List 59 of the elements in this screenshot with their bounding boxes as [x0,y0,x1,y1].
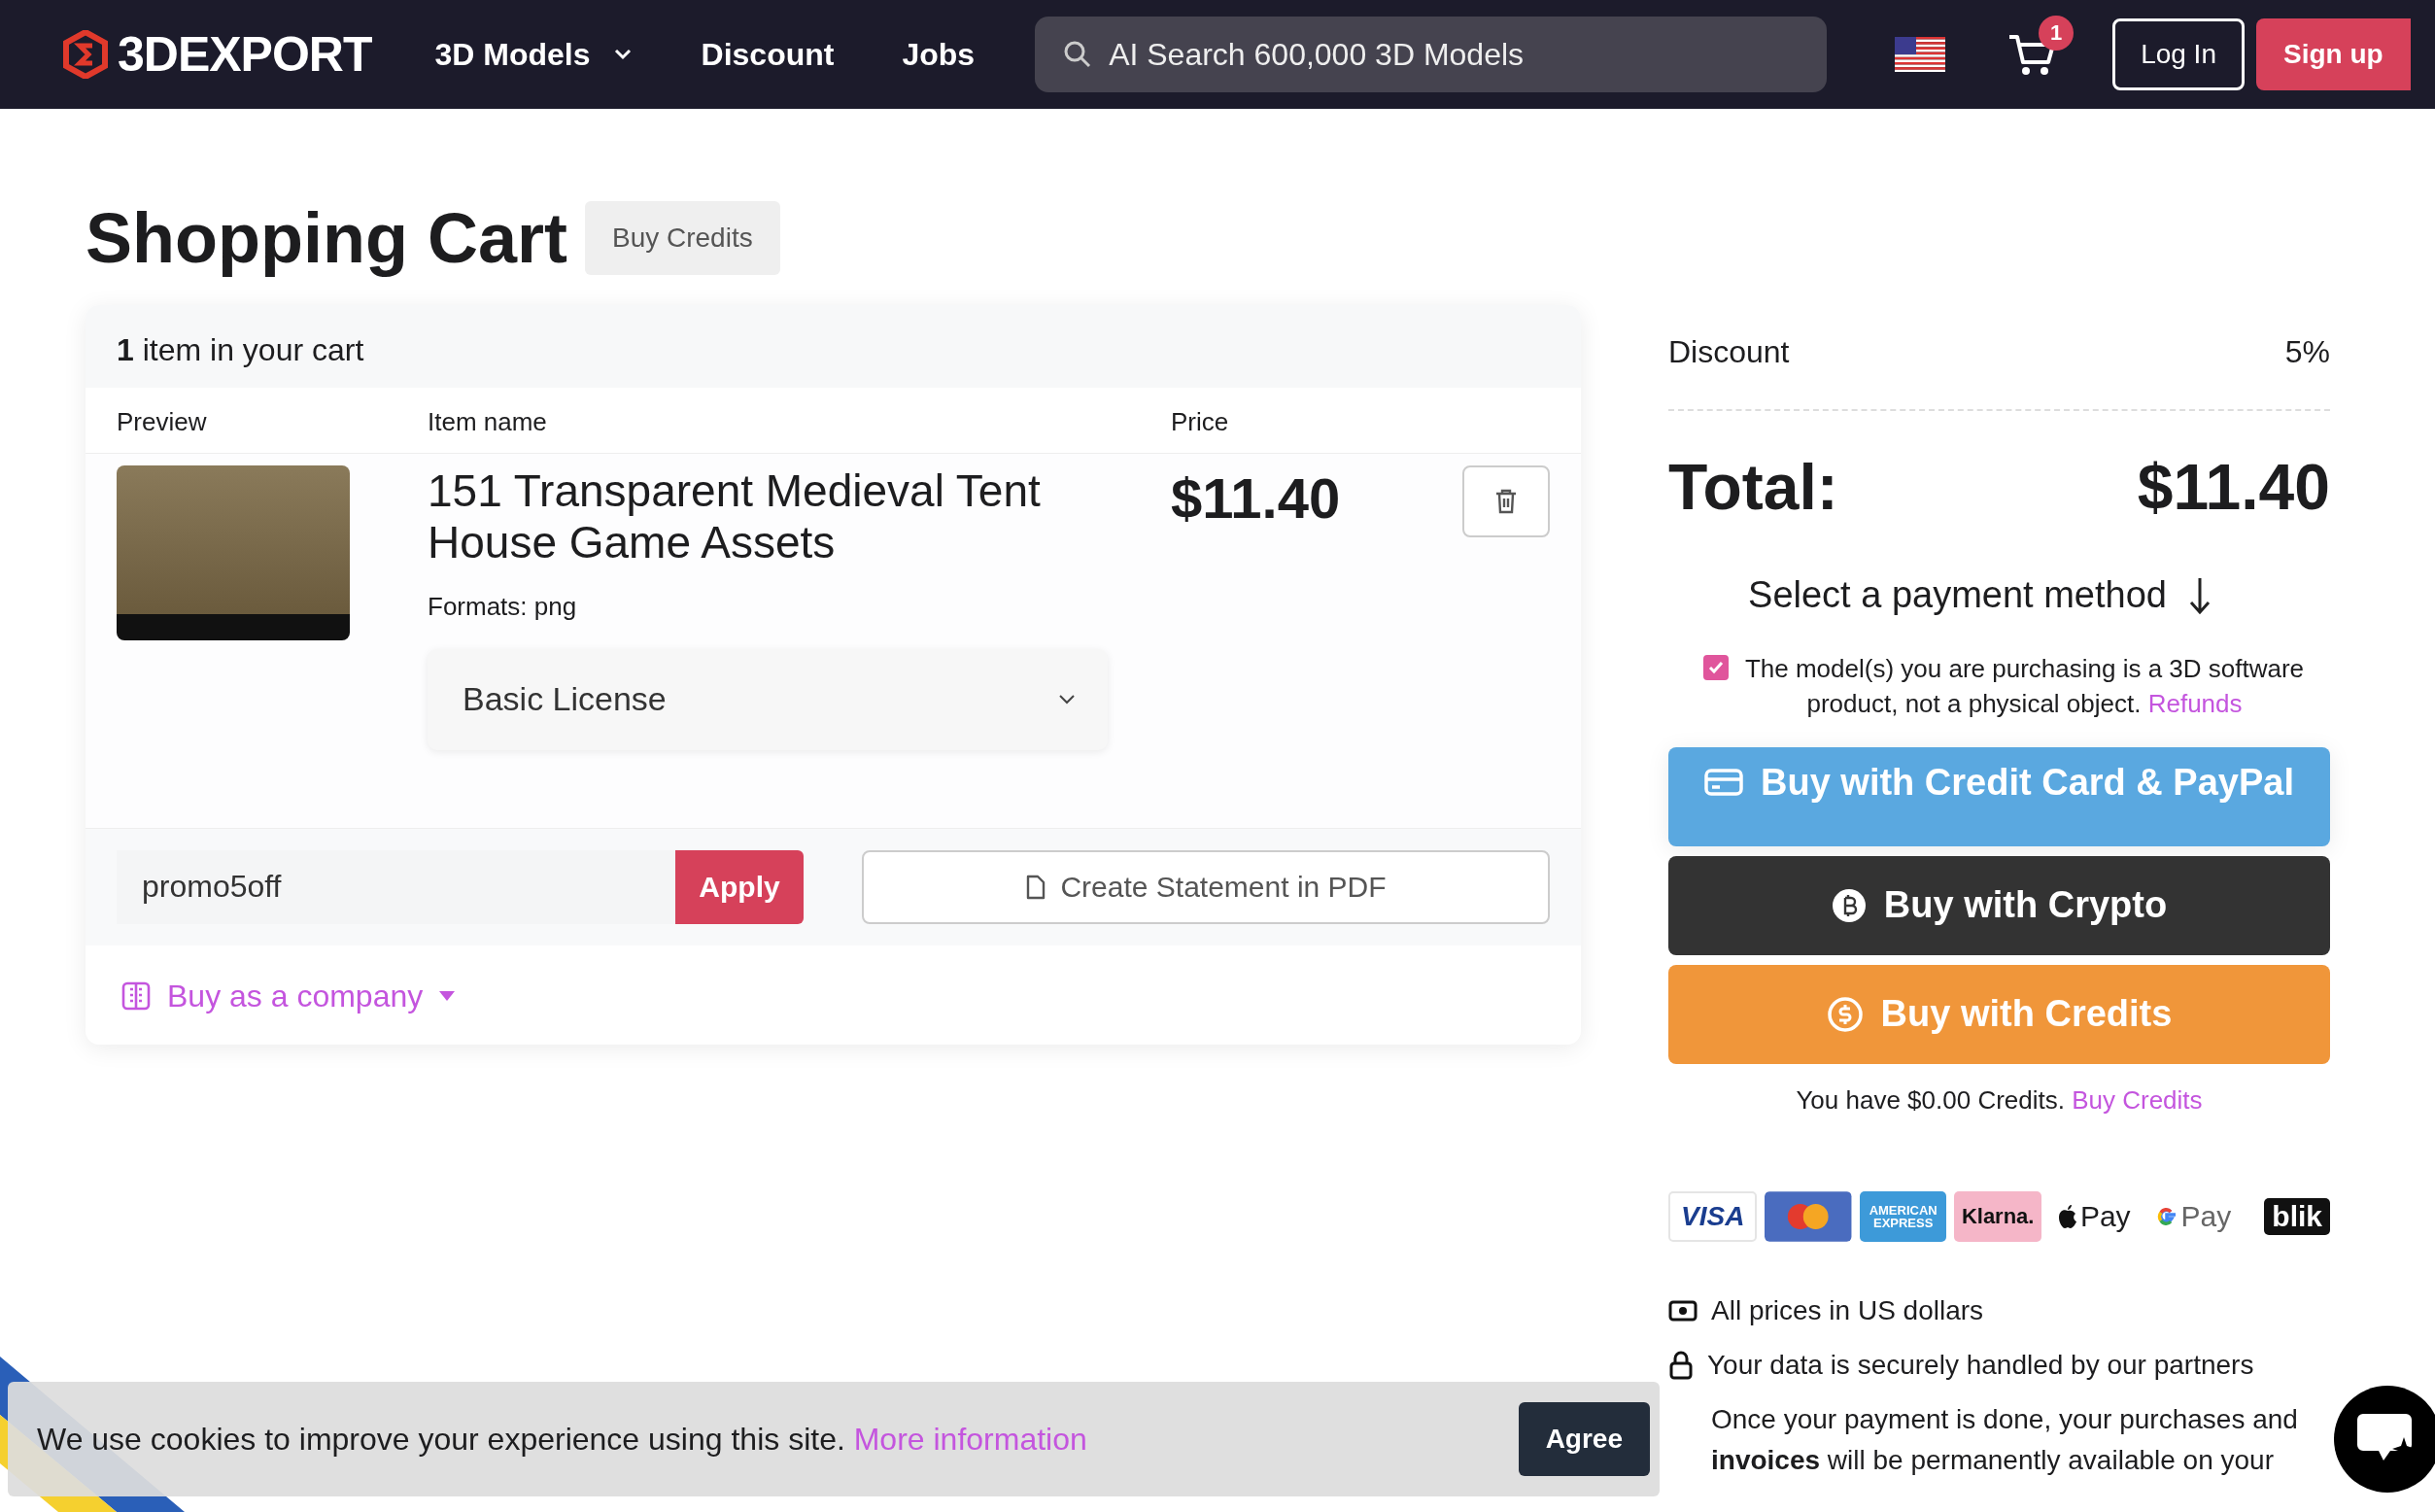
sign-up-button[interactable]: Sign up [2256,18,2411,90]
apple-pay-logo: Pay [2048,1190,2139,1242]
total-value: $11.40 [2137,450,2330,524]
delete-button[interactable] [1462,465,1550,537]
search-bar[interactable]: AI Search 600,000 3D Models [1035,17,1828,92]
apply-button[interactable]: Apply [675,849,804,924]
discount-label: Discount [1668,334,1790,370]
terms-text: The model(s) you are purchasing is a 3D software product, not a physical object. Refunds [1743,653,2306,721]
buy-credits-button[interactable]: Buy Credits [584,201,780,275]
item-price: $11.40 [1171,465,1342,532]
building-icon [120,980,152,1013]
agree-button[interactable]: Agree [1518,1402,1650,1476]
logo-text[interactable]: 3DEXPORT [118,26,372,83]
document-icon [1025,873,1047,901]
caret-down-icon [438,990,457,1003]
nav-link[interactable]: Discount [701,36,835,73]
lock-icon [1668,1350,1694,1380]
buy-credits-link[interactable]: Buy Credits [2072,1084,2203,1115]
item-name[interactable]: 151 Transparent Medieval Tent House Game Assets [428,465,1108,568]
credits-balance-text: You have $0.00 Credits. Buy Credits [1795,1084,2204,1116]
trash-icon [1493,488,1519,515]
chevron-down-icon [1057,693,1077,705]
info-text: Once your payment is done, your purchases and invoices will be permanently available on your [1711,1402,2299,1477]
create-statement-button[interactable]: Create Statement in PDF [862,849,1550,924]
blik-logo: blik [2264,1197,2330,1235]
dollar-coin-icon [1826,995,1864,1033]
promo-code-field[interactable]: promo5off [117,849,675,924]
discount-value: 5% [2284,334,2330,370]
info-text: All prices in US dollars [1711,1293,1984,1327]
visa-logo: VISA [1668,1190,1758,1242]
banknote-icon [1668,1299,1698,1322]
total-label: Total: [1668,450,1838,524]
nav-link[interactable]: Jobs [902,36,976,73]
cart-count-badge: 1 [2039,16,2075,51]
page-title: Shopping Cart [86,198,567,278]
logo-icon [63,30,108,79]
bitcoin-icon [1831,887,1867,923]
payment-button[interactable]: Buy with Crypto [1668,855,2330,955]
flag-icon[interactable] [1895,37,1946,72]
terms-checkbox[interactable] [1703,655,1729,680]
column-header: Item name [428,407,548,437]
nav-link[interactable]: 3D Models [434,36,634,73]
klarna-logo: Klarna. [1954,1190,2041,1242]
log-in-button[interactable]: Log In [2112,18,2245,90]
google-pay-logo: Pay [2145,1190,2240,1242]
column-header: Price [1171,407,1230,437]
info-text: Your data is securely handled by our partners [1707,1348,2254,1382]
amex-logo: AMERICAN EXPRESS [1859,1190,1947,1242]
buy-as-company-link[interactable]: Buy as a company [120,978,457,1014]
credit-card-icon [1704,768,1743,798]
refunds-link[interactable]: Refunds [2147,689,2243,719]
arrow-down-icon [2187,575,2212,615]
search-field[interactable]: AI Search 600,000 3D Models [1107,35,1801,74]
cart-summary: 1 item in your cart [86,305,1581,388]
cookie-text: We use cookies to improve your experience using this site. More information [37,1421,1087,1458]
payment-method-heading: Select a payment method [1748,574,2167,616]
item-formats: Formats: png [428,591,578,622]
column-header: Preview [117,407,208,437]
license-dropdown[interactable]: Basic License [428,648,1108,750]
